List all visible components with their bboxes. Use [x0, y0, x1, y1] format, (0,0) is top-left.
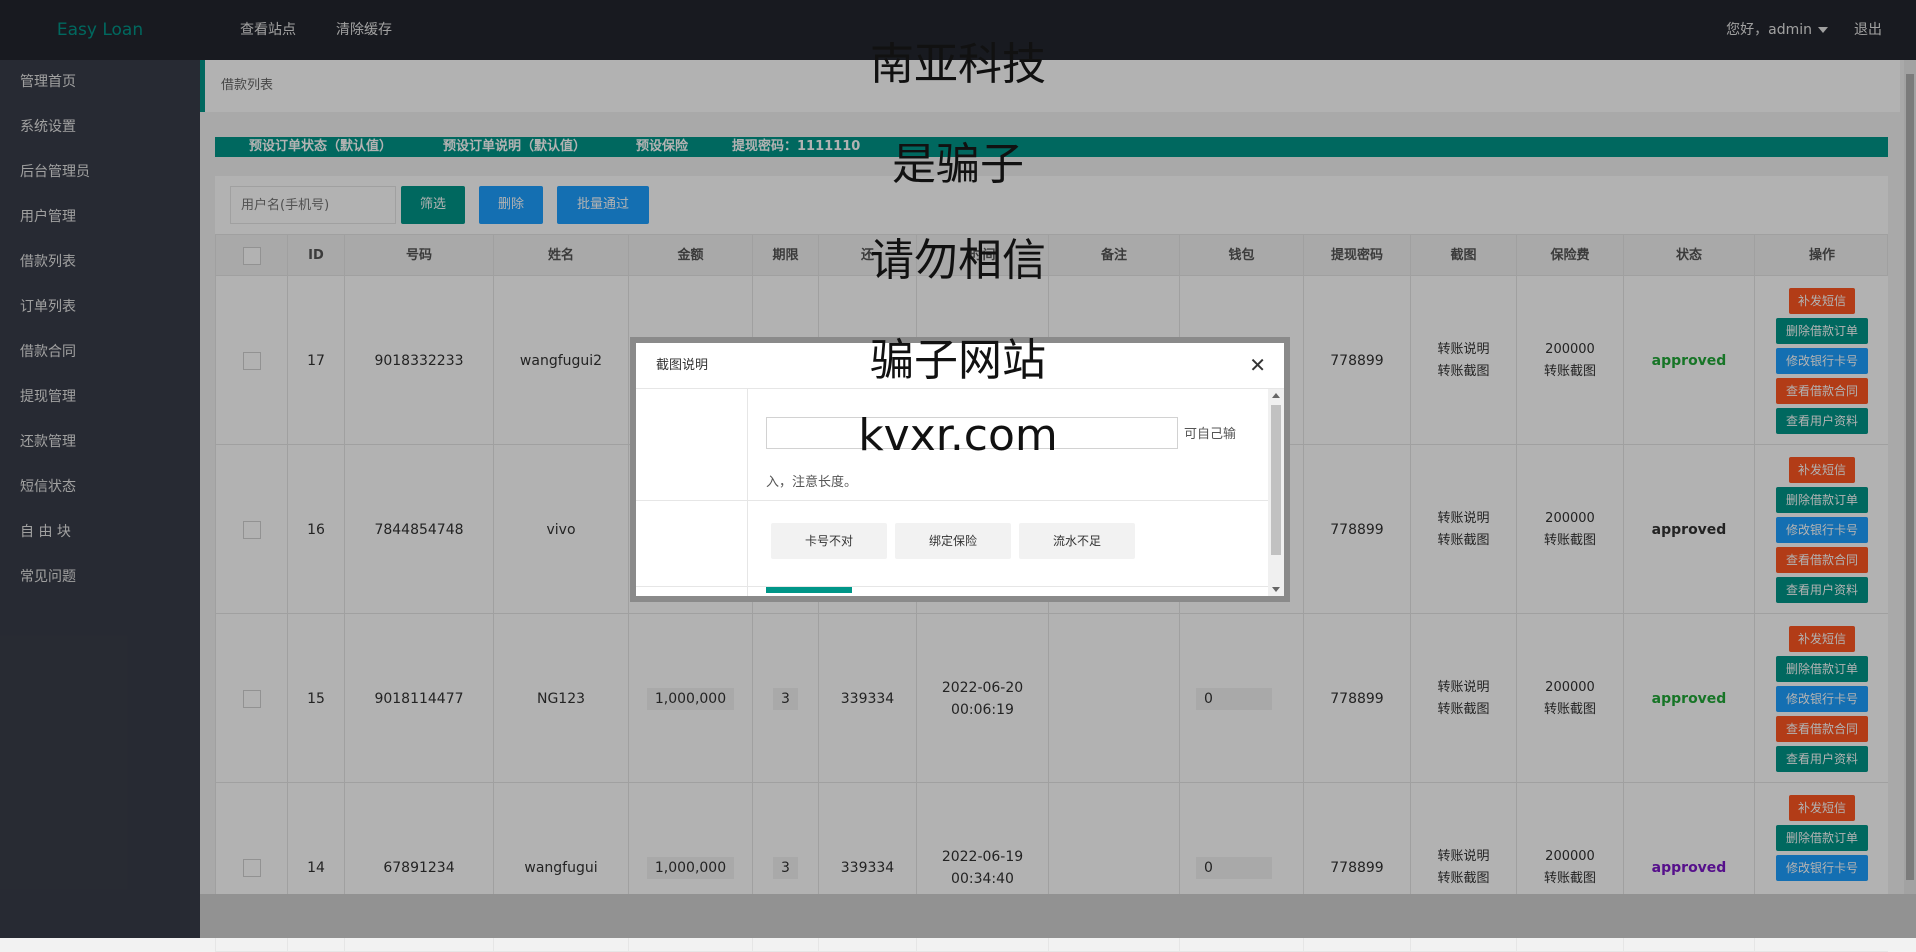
close-icon[interactable]: ✕ — [1249, 355, 1266, 375]
preset-wrong-card-button[interactable]: 卡号不对 — [771, 523, 887, 559]
dialog-row-label — [636, 389, 748, 500]
submit-button[interactable] — [766, 587, 852, 593]
scroll-up-icon[interactable] — [1272, 393, 1280, 398]
dialog-row-label — [636, 501, 748, 586]
preset-low-flow-button[interactable]: 流水不足 — [1019, 523, 1135, 559]
scroll-down-icon[interactable] — [1272, 587, 1280, 592]
dialog-row-presets: 卡号不对 绑定保险 流水不足 — [636, 501, 1268, 587]
dialog-scroll-thumb[interactable] — [1271, 405, 1281, 555]
dialog-row-label — [636, 587, 748, 596]
watermark-line-3: 请勿相信 — [870, 235, 1046, 286]
input-hint-1: 可自己输 — [1184, 427, 1237, 442]
input-hint-2: 入，注意长度。 — [766, 475, 858, 490]
watermark-line-4: 骗子网站 — [870, 335, 1046, 386]
watermark-line-1: 南亚科技 — [870, 39, 1046, 90]
dialog-scrollbar[interactable] — [1268, 389, 1284, 596]
preset-bind-insurance-button[interactable]: 绑定保险 — [895, 523, 1011, 559]
watermark-line-5: kvxr.com — [858, 410, 1058, 461]
watermark-line-2: 是骗子 — [892, 139, 1024, 190]
dialog-row-submit — [636, 587, 1268, 596]
